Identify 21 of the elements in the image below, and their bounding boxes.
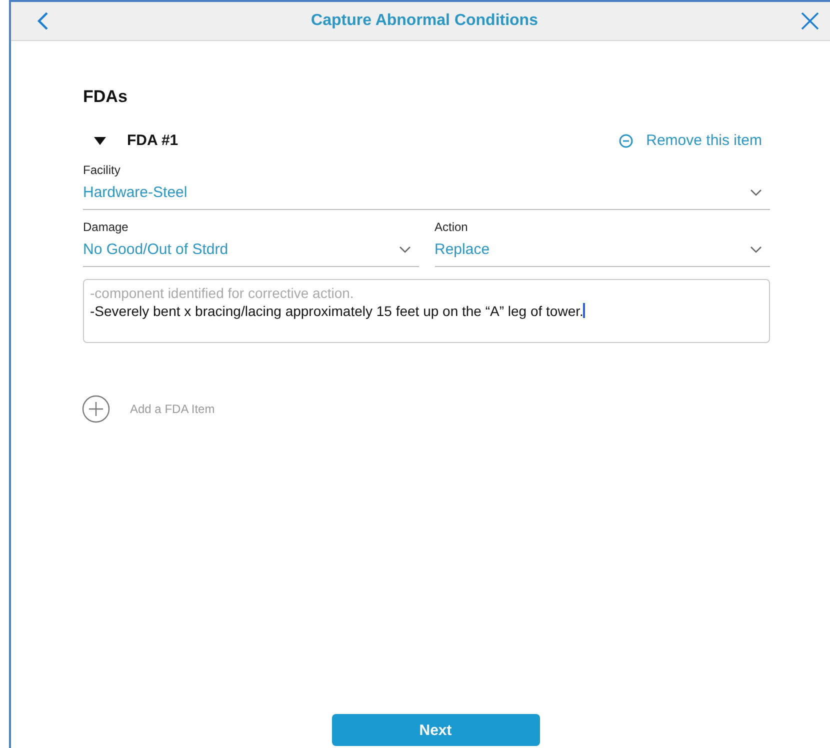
add-icon[interactable] — [82, 395, 110, 423]
close-icon[interactable] — [800, 11, 820, 31]
back-icon[interactable] — [37, 11, 49, 31]
section-title: FDAs — [83, 87, 128, 107]
window-title: Capture Abnormal Conditions — [311, 12, 538, 30]
notes-text-area[interactable]: -component identified for corrective action. -Severely bent x bracing/lacing approximately 15 feet up on the “A” leg of tower. — [83, 279, 770, 343]
next-button[interactable]: Next — [332, 714, 540, 746]
remove-item-link[interactable]: Remove this item — [619, 132, 762, 149]
add-item-link[interactable]: Add a FDA Item — [130, 402, 215, 416]
field-label: Action — [434, 220, 469, 234]
field-label: Facility — [83, 163, 122, 177]
dropdown-field[interactable]: Hardware-Steel — [83, 184, 770, 210]
minus-circle-icon[interactable] — [619, 134, 634, 148]
item-title: FDA #1 — [127, 132, 178, 149]
chevron-down-icon[interactable] — [750, 246, 762, 254]
chevron-down-icon[interactable] — [750, 188, 762, 196]
chevron-down-icon[interactable] — [398, 246, 410, 254]
dropdown-field[interactable]: No Good/Out of Stdrd — [83, 241, 418, 267]
collapse-triangle-icon[interactable] — [93, 136, 107, 146]
dropdown-field[interactable]: Replace — [434, 241, 770, 267]
field-label: Damage — [83, 220, 130, 234]
